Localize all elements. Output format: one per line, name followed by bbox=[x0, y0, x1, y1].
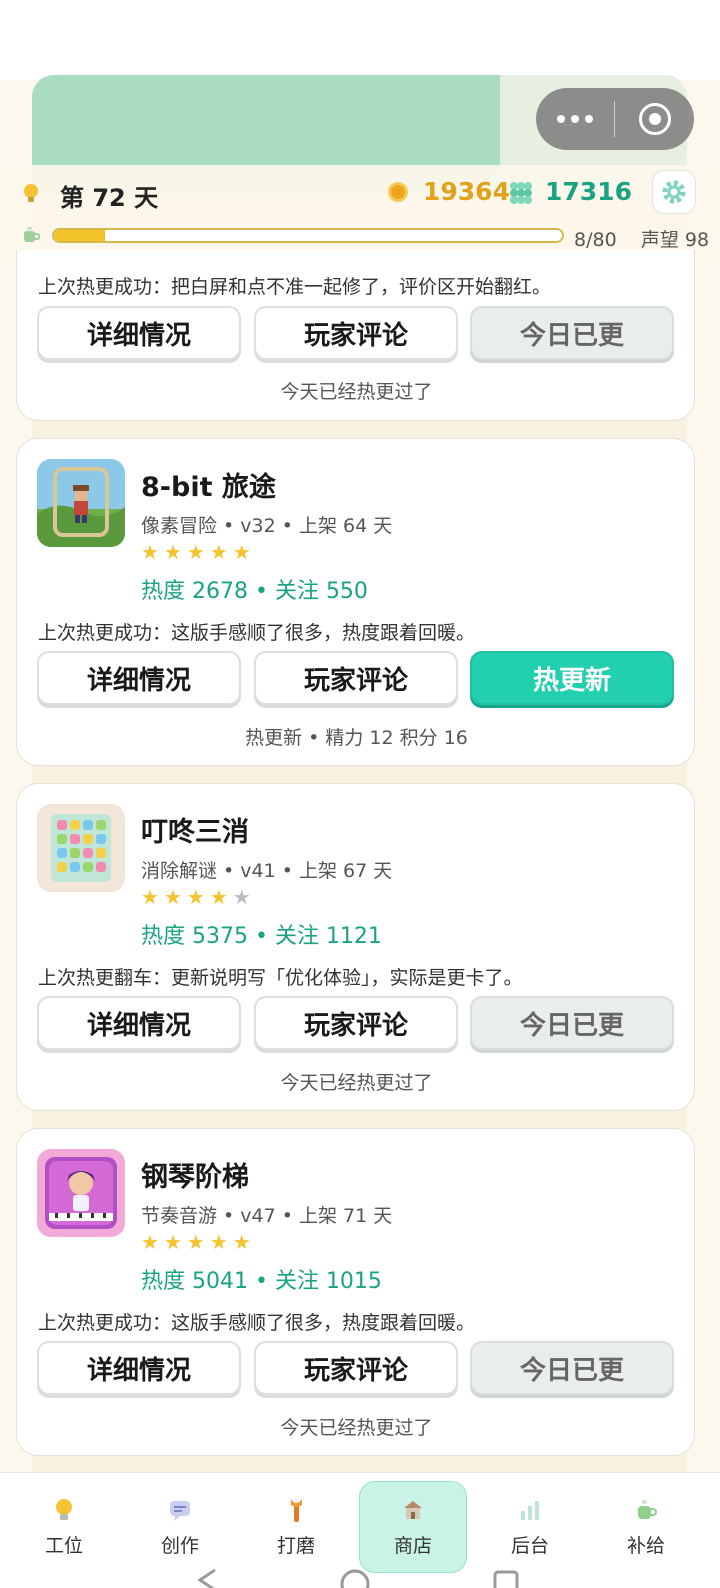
tab-create[interactable]: 创作 bbox=[126, 1481, 234, 1573]
miniprogram-capsule bbox=[536, 88, 694, 150]
star-filled-icon: ★ bbox=[186, 885, 210, 909]
gem-balance: 17316 bbox=[545, 177, 632, 206]
last-update-note: 上次热更成功：把白屏和点不准一起修了，评价区开始翻红。 bbox=[38, 276, 552, 298]
update-cost-note: 热更新 • 精力 12 积分 16 bbox=[245, 727, 468, 749]
close-miniprogram-icon[interactable] bbox=[615, 103, 694, 135]
reviews-button[interactable]: 玩家评论 bbox=[254, 306, 458, 360]
coffee-cup-icon bbox=[638, 1499, 657, 1519]
home-nav-icon bbox=[340, 1569, 370, 1588]
star-filled-icon: ★ bbox=[141, 885, 164, 909]
game-title: 叮咚三消 bbox=[141, 817, 249, 848]
tab-label: 创作 bbox=[160, 1534, 199, 1557]
game-title: 钢琴阶梯 bbox=[141, 1162, 249, 1193]
star-filled-icon: ★ bbox=[209, 540, 233, 564]
progress-readout: 8/80 声望 98 bbox=[574, 225, 709, 252]
details-button[interactable]: 详细情况 bbox=[37, 306, 241, 360]
game-card: 钢琴阶梯 节奏音游 • v47 • 上架 71 天 ★★★★★ 热度 5041 … bbox=[16, 1128, 695, 1456]
tab-backend[interactable]: 后台 bbox=[476, 1481, 584, 1573]
back-nav-icon bbox=[197, 1568, 216, 1588]
day-counter: 第 72 天 bbox=[60, 184, 159, 212]
game-card: 叮咚三消 消除解谜 • v41 • 上架 67 天 ★★★★★ 热度 5375 … bbox=[16, 783, 695, 1111]
tab-label: 补给 bbox=[626, 1534, 665, 1557]
tab-label: 商店 bbox=[393, 1534, 432, 1557]
coin-icon bbox=[388, 182, 408, 202]
updated-today-button[interactable]: 今日已更 bbox=[470, 996, 674, 1050]
details-button[interactable]: 详细情况 bbox=[37, 1341, 241, 1395]
reviews-button[interactable]: 玩家评论 bbox=[254, 996, 458, 1050]
star-filled-icon: ★ bbox=[232, 1230, 256, 1254]
game-stats: 热度 2678 • 关注 550 bbox=[141, 579, 368, 604]
star-filled-icon: ★ bbox=[186, 1230, 210, 1254]
hot-update-button[interactable]: 热更新 bbox=[470, 651, 674, 705]
tab-label: 打磨 bbox=[276, 1534, 315, 1557]
system-navigation-bar bbox=[197, 1568, 519, 1588]
game-meta: 节奏音游 • v47 • 上架 71 天 bbox=[141, 1205, 393, 1227]
star-filled-icon: ★ bbox=[163, 1230, 187, 1254]
game-icon-match3[interactable] bbox=[37, 804, 125, 892]
game-icon-piano[interactable] bbox=[37, 1149, 125, 1237]
rating-stars: ★★★★★ bbox=[141, 1230, 256, 1254]
bar-chart-icon bbox=[521, 1500, 539, 1520]
star-filled-icon: ★ bbox=[232, 540, 256, 564]
game-icon-8bit[interactable] bbox=[37, 459, 125, 547]
idea-bulb-icon bbox=[24, 184, 38, 202]
settings-button[interactable] bbox=[652, 170, 696, 214]
star-filled-icon: ★ bbox=[163, 885, 187, 909]
star-filled-icon: ★ bbox=[141, 540, 164, 564]
tab-label: 后台 bbox=[510, 1534, 549, 1557]
star-filled-icon: ★ bbox=[163, 540, 187, 564]
game-meta: 消除解谜 • v41 • 上架 67 天 bbox=[141, 860, 393, 882]
game-card: 上次热更成功：把白屏和点不准一起修了，评价区开始翻红。 详细情况 玩家评论 今日… bbox=[16, 250, 695, 421]
lightbulb-icon bbox=[56, 1498, 72, 1520]
gem-cluster-icon bbox=[510, 182, 532, 204]
star-empty-icon: ★ bbox=[232, 885, 256, 909]
tab-polish[interactable]: 打磨 bbox=[242, 1481, 350, 1573]
star-filled-icon: ★ bbox=[209, 885, 233, 909]
tab-store[interactable]: 商店 bbox=[359, 1481, 467, 1573]
gear-icon bbox=[662, 180, 686, 204]
rating-stars: ★★★★★ bbox=[141, 885, 256, 909]
wrench-icon bbox=[291, 1498, 302, 1522]
tab-label: 工位 bbox=[44, 1534, 83, 1557]
rating-stars: ★★★★★ bbox=[141, 540, 256, 564]
last-update-note: 上次热更成功：这版手感顺了很多，热度跟着回暖。 bbox=[38, 622, 476, 644]
update-status-note: 今天已经热更过了 bbox=[280, 1072, 433, 1094]
game-stats: 热度 5041 • 关注 1015 bbox=[141, 1269, 382, 1294]
game-card: 8-bit 旅途 像素冒险 • v32 • 上架 64 天 ★★★★★ 热度 2… bbox=[16, 438, 695, 766]
game-title: 8-bit 旅途 bbox=[141, 472, 276, 503]
star-filled-icon: ★ bbox=[141, 1230, 164, 1254]
updated-today-button[interactable]: 今日已更 bbox=[470, 306, 674, 360]
coin-balance: 19364 bbox=[423, 177, 510, 206]
reviews-button[interactable]: 玩家评论 bbox=[254, 651, 458, 705]
star-filled-icon: ★ bbox=[209, 1230, 233, 1254]
star-filled-icon: ★ bbox=[186, 540, 210, 564]
recents-nav-icon bbox=[493, 1570, 519, 1588]
update-status-note: 今天已经热更过了 bbox=[280, 1417, 433, 1439]
energy-progress-bar bbox=[52, 228, 564, 243]
tab-workstation[interactable]: 工位 bbox=[10, 1481, 118, 1573]
reputation-value: 声望 98 bbox=[640, 229, 710, 251]
update-status-note: 今天已经热更过了 bbox=[280, 381, 433, 403]
game-meta: 像素冒险 • v32 • 上架 64 天 bbox=[141, 515, 393, 537]
reviews-button[interactable]: 玩家评论 bbox=[254, 1341, 458, 1395]
last-update-note: 上次热更成功：这版手感顺了很多，热度跟着回暖。 bbox=[38, 1312, 476, 1334]
top-safe-area bbox=[0, 0, 720, 80]
last-update-note: 上次热更翻车：更新说明写「优化体验」，实际是更卡了。 bbox=[38, 967, 523, 989]
energy-count: 8/80 bbox=[574, 229, 617, 251]
tab-supply[interactable]: 补给 bbox=[592, 1481, 700, 1573]
energy-cup-icon bbox=[24, 227, 40, 242]
details-button[interactable]: 详细情况 bbox=[37, 651, 241, 705]
more-options-icon[interactable] bbox=[536, 115, 614, 123]
details-button[interactable]: 详细情况 bbox=[37, 996, 241, 1050]
energy-progress-fill bbox=[54, 230, 105, 241]
store-icon bbox=[404, 1500, 422, 1519]
game-stats: 热度 5375 • 关注 1121 bbox=[141, 924, 382, 949]
chat-bubble-icon bbox=[170, 1500, 190, 1521]
updated-today-button[interactable]: 今日已更 bbox=[470, 1341, 674, 1395]
